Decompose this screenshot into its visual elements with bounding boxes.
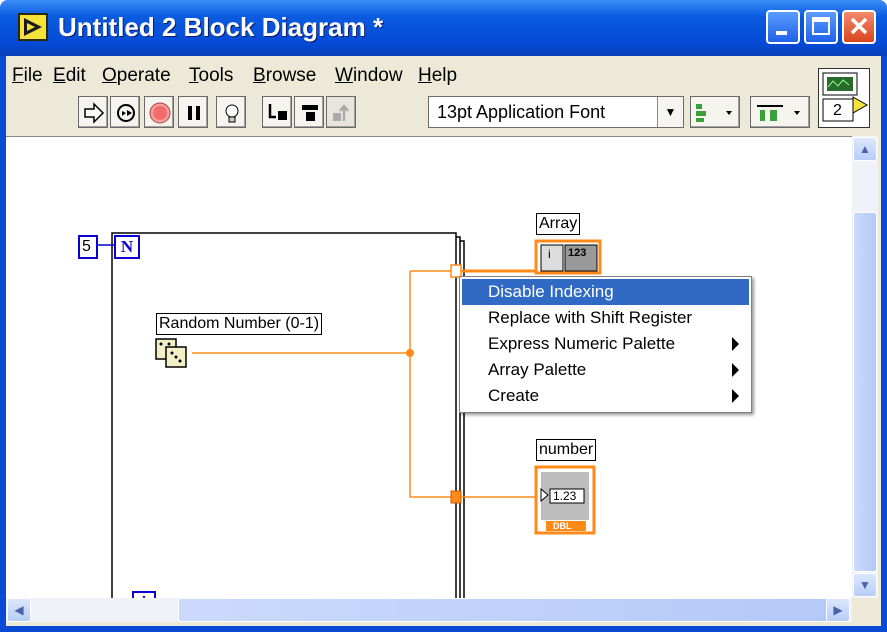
context-menu: Disable Indexing Replace with Shift Regi… [459,276,752,413]
run-button[interactable] [78,96,108,128]
number-label[interactable]: number [536,439,597,461]
maximize-button[interactable] [804,10,838,44]
scroll-down-icon[interactable]: ▼ [853,573,877,597]
scroll-right-icon[interactable]: ▶ [826,598,850,622]
count-terminal[interactable]: N [114,235,140,259]
abort-icon [149,102,171,124]
menu-file[interactable]: File [12,65,43,87]
horizontal-scroll-thumb[interactable] [178,598,838,622]
context-help-label: 2 [833,102,842,119]
highlight-execution-button[interactable] [216,96,246,128]
menu-item-express-numeric-palette[interactable]: Express Numeric Palette [462,331,749,357]
resize-grip[interactable] [852,598,878,622]
run-continuously-button[interactable] [110,96,140,128]
menu-window[interactable]: Window [335,65,403,87]
vertical-scroll-thumb[interactable] [853,212,877,572]
abort-button[interactable] [144,96,174,128]
step-into-button[interactable] [262,96,292,128]
distribute-objects-button[interactable] [750,96,810,128]
menu-item-array-palette[interactable]: Array Palette [462,357,749,383]
iteration-terminal[interactable]: i [132,591,156,598]
number-type-label: DBL [553,521,572,531]
menu-item-disable-indexing[interactable]: Disable Indexing [462,279,749,305]
step-out-icon [333,103,349,121]
pause-button[interactable] [178,96,208,128]
run-continuously-icon [117,104,135,122]
close-button[interactable] [842,10,876,44]
step-over-button[interactable] [294,96,324,128]
font-select-value: 13pt Application Font [437,102,606,122]
labview-app-icon[interactable] [18,13,48,41]
menu-browse[interactable]: Browse [253,65,316,87]
horizontal-scrollbar[interactable]: ◀ ▶ [6,598,852,622]
step-into-icon [268,104,287,120]
run-arrow-icon [84,102,105,124]
menu-bar: File Edit Operate Tools Browse Window He… [6,56,881,90]
submenu-arrow-icon [732,389,739,403]
menu-edit[interactable]: Edit [53,65,86,87]
random-number-label[interactable]: Random Number (0-1) [156,313,323,335]
array-type-label: 123 [568,247,587,259]
title-bar[interactable]: Untitled 2 Block Diagram * [0,0,887,56]
step-over-icon [302,105,318,121]
menu-item-replace-shift-register[interactable]: Replace with Shift Register [462,305,749,331]
menu-tools[interactable]: Tools [189,65,233,87]
align-objects-button[interactable] [690,96,740,128]
menu-item-create[interactable]: Create [462,383,749,409]
font-select[interactable]: 13pt Application Font ▼ [428,96,684,128]
count-constant[interactable]: 5 [78,235,98,259]
toolbar: 13pt Application Font ▼ [6,90,816,136]
context-help-icon[interactable]: 2 [818,68,870,128]
number-value: 1.23 [553,489,577,503]
submenu-arrow-icon [732,337,739,351]
align-objects-icon [696,104,732,122]
array-index-label: i [548,247,551,261]
for-loop-structure [111,232,457,598]
labview-window: Untitled 2 Block Diagram * File Edit Ope… [0,0,887,632]
menu-help[interactable]: Help [418,65,457,87]
pause-icon [188,106,200,120]
array-label[interactable]: Array [536,213,581,235]
highlight-execution-icon [225,104,239,123]
step-out-button[interactable] [326,96,356,128]
scroll-up-icon[interactable]: ▲ [853,137,877,161]
submenu-arrow-icon [732,363,739,377]
vertical-scrollbar[interactable]: ▲ ▼ [852,136,878,598]
wire-junction [406,349,414,357]
distribute-objects-icon [757,105,800,121]
minimize-button[interactable] [766,10,800,44]
output-tunnel [450,490,462,504]
menu-operate[interactable]: Operate [102,65,171,87]
scroll-left-icon[interactable]: ◀ [7,598,31,622]
chevron-down-icon[interactable]: ▼ [657,97,683,127]
window-title: Untitled 2 Block Diagram * [58,12,384,42]
